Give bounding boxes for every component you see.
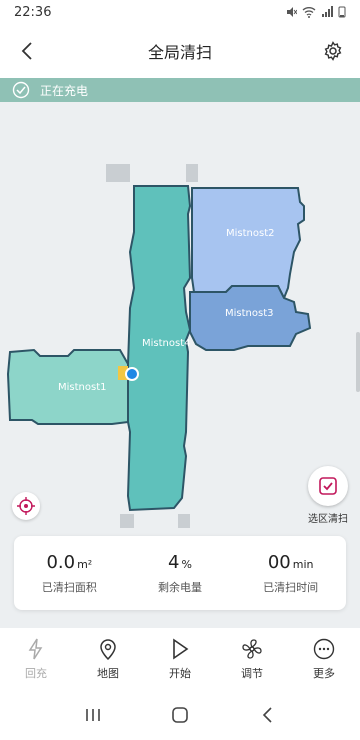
check-circle-icon: [12, 81, 30, 99]
lightning-icon: [28, 638, 43, 660]
charging-banner: 正在充电: [0, 78, 360, 102]
page-title: 全局清扫: [147, 43, 212, 62]
home-icon: [172, 707, 188, 723]
zone-clean-button[interactable]: [308, 466, 348, 506]
stat-time: 00 min 已清扫时间: [235, 536, 346, 610]
bottom-nav: 回充 地图 开始 调节 更多: [0, 628, 360, 690]
edge-handle[interactable]: [356, 332, 360, 392]
stats-card: 0.0 m² 已清扫面积 4% 剩余电量 00 min 已清扫时间: [14, 536, 346, 610]
nav-start-label: 开始: [169, 667, 191, 680]
recents-button[interactable]: [81, 703, 105, 727]
wifi-icon: [302, 7, 316, 18]
stat-area-label: 已清扫面积: [41, 580, 97, 594]
system-back-button[interactable]: [255, 703, 279, 727]
status-time: 22:36: [14, 4, 52, 20]
stat-battery-unit: %: [181, 557, 192, 571]
mute-icon: [287, 7, 297, 17]
map-debris: [178, 514, 190, 528]
nav-map[interactable]: 地图: [72, 628, 144, 690]
status-bar: 22:36: [0, 0, 360, 24]
nav-recharge-label: 回充: [25, 667, 47, 680]
nav-more[interactable]: 更多: [288, 628, 360, 690]
gear-icon: [324, 41, 342, 61]
room-label-mistnost1: Mistnost1: [58, 382, 107, 393]
recents-icon: [86, 709, 101, 721]
nav-more-label: 更多: [313, 667, 335, 680]
nav-map-label: 地图: [97, 667, 119, 680]
map-debris: [106, 164, 130, 182]
nav-adjust-label: 调节: [241, 667, 263, 680]
stat-area-value: 0.0: [46, 551, 76, 573]
room-mistnost4[interactable]: Mistnost4: [126, 185, 192, 512]
status-icons: [285, 6, 346, 18]
checkbox-icon: [319, 477, 337, 495]
room-label-mistnost2: Mistnost2: [226, 228, 275, 239]
chevron-left-icon: [21, 42, 32, 60]
signal-icon: [322, 6, 333, 17]
stat-battery-label: 剩余电量: [158, 580, 202, 594]
zone-clean-label: 选区清扫: [308, 514, 348, 525]
stat-time-value: 00: [267, 551, 291, 573]
banner-text: 正在充电: [40, 83, 89, 98]
room-mistnost2[interactable]: Mistnost2: [191, 187, 305, 301]
target-icon: [17, 497, 35, 515]
room-mistnost3[interactable]: Mistnost3: [189, 285, 312, 351]
header: 全局清扫: [0, 24, 360, 78]
home-button[interactable]: [168, 703, 192, 727]
back-icon: [262, 707, 272, 723]
locate-button[interactable]: [12, 492, 40, 520]
stat-battery-value: 4: [168, 551, 180, 573]
room-label-mistnost4: Mistnost4: [142, 338, 191, 349]
nav-start[interactable]: 开始: [144, 628, 216, 690]
stat-battery: 4% 剩余电量: [125, 536, 236, 610]
nav-adjust[interactable]: 调节: [216, 628, 288, 690]
back-button[interactable]: [14, 38, 40, 64]
more-icon: [313, 638, 335, 660]
fan-icon: [242, 639, 262, 659]
nav-recharge[interactable]: 回充: [0, 628, 72, 690]
robot-position-marker: [125, 367, 139, 381]
map-area[interactable]: Mistnost2 Mistnost3 Mistnost1 Mistnost4: [0, 102, 360, 530]
map-debris: [120, 514, 134, 528]
map-canvas[interactable]: Mistnost2 Mistnost3 Mistnost1 Mistnost4: [0, 102, 360, 530]
room-label-mistnost3: Mistnost3: [225, 308, 274, 319]
battery-icon: [338, 6, 346, 18]
map-debris: [186, 164, 198, 182]
settings-button[interactable]: [320, 38, 346, 64]
play-icon: [173, 638, 189, 660]
map-pin-icon: [100, 639, 116, 660]
stat-area: 0.0 m² 已清扫面积: [14, 536, 125, 610]
stat-time-unit: min: [292, 557, 314, 571]
room-mistnost1[interactable]: Mistnost1: [6, 348, 129, 425]
system-nav-bar: [0, 690, 360, 740]
stat-area-unit: m²: [77, 557, 93, 571]
stat-time-label: 已清扫时间: [263, 580, 319, 594]
